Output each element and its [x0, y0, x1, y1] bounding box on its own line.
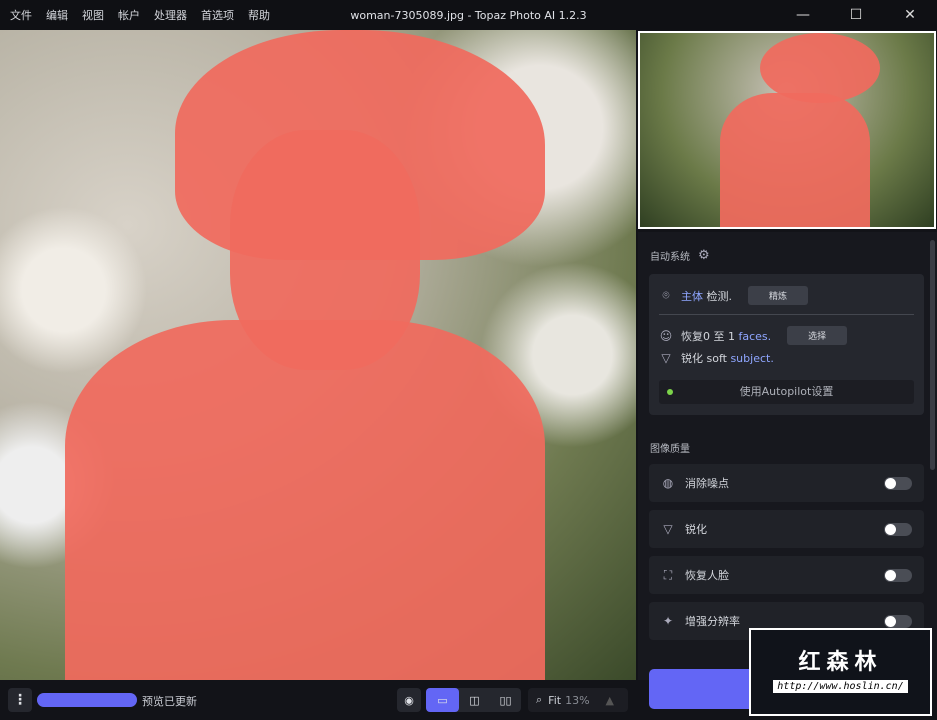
- side-by-side-view-icon[interactable]: ▯▯: [490, 688, 521, 712]
- faces-label[interactable]: faces.: [739, 330, 772, 343]
- panel-scrollbar[interactable]: [930, 240, 935, 470]
- subject-detect-icon: ⌾: [662, 288, 670, 302]
- face-recovery-icon: ⛶: [663, 567, 673, 582]
- single-view-icon[interactable]: ▭: [426, 688, 459, 712]
- watermark-title: 红森林: [798, 650, 883, 675]
- subject-text: 检测.: [706, 289, 733, 303]
- feature-label: 恢复人脸: [685, 569, 729, 582]
- bottom-toolbar: ⋮ 预览已更新 ◉ ▭ ◫ ▯▯ ⌕ Fit 13% ▲: [0, 680, 636, 720]
- gear-icon[interactable]: ⚙: [698, 248, 710, 263]
- zoom-control[interactable]: ⌕ Fit 13% ▲: [528, 688, 628, 712]
- faces-text: 恢复0 至 1: [681, 329, 735, 343]
- feature-sharpen[interactable]: ▽ 锐化: [649, 510, 924, 548]
- menu-edit[interactable]: 编辑: [46, 7, 68, 23]
- quality-heading: 图像质量: [650, 444, 690, 455]
- face-recovery-toggle[interactable]: [884, 569, 912, 582]
- autopilot-card: ⌾ 主体 检测. 精炼 ☺ 恢复0 至 1 faces. 选择 ▽ 锐化 sof…: [649, 274, 924, 415]
- feature-label: 增强分辨率: [685, 615, 740, 628]
- upscale-toggle[interactable]: [884, 615, 912, 628]
- feature-face-recovery[interactable]: ⛶ 恢复人脸: [649, 556, 924, 594]
- feature-label: 锐化: [685, 523, 707, 536]
- menu-preferences[interactable]: 首选项: [201, 7, 234, 23]
- zoom-fit-label[interactable]: Fit: [548, 694, 561, 707]
- divider: [659, 314, 914, 315]
- image-canvas[interactable]: [0, 30, 636, 680]
- sharpen-label[interactable]: subject.: [730, 352, 773, 365]
- sharpen-toggle[interactable]: [884, 523, 912, 536]
- minimize-button[interactable]: —: [778, 0, 828, 30]
- watermark: 红森林 http://www.hoslin.cn/: [749, 628, 932, 716]
- sharpen-icon: ▽: [663, 522, 673, 536]
- zoom-icon: ⌕: [536, 693, 543, 706]
- split-view-icon[interactable]: ◫: [459, 688, 490, 712]
- sharpen-text: 锐化 soft: [681, 352, 727, 365]
- menu-account[interactable]: 帐户: [118, 7, 140, 23]
- menu-view[interactable]: 视图: [82, 7, 104, 23]
- title-bar: 文件 编辑 视图 帐户 处理器 首选项 帮助 woman-7305089.jpg…: [0, 0, 937, 30]
- select-button[interactable]: 选择: [787, 326, 848, 345]
- denoise-icon: ◍: [662, 476, 674, 490]
- status-dot-icon: [667, 389, 673, 395]
- more-menu-icon[interactable]: ⋮: [8, 688, 32, 712]
- zoom-up-icon[interactable]: ▲: [606, 694, 614, 707]
- progress-fill: [37, 693, 137, 707]
- sparkle-icon: ✦: [662, 614, 674, 628]
- thumb-mask-body: [720, 93, 870, 227]
- subject-mask-body: [65, 320, 545, 680]
- refine-button[interactable]: 精炼: [748, 286, 808, 305]
- feature-label: 消除噪点: [685, 477, 729, 490]
- menu-bar: 文件 编辑 视图 帐户 处理器 首选项 帮助: [0, 7, 270, 23]
- menu-file[interactable]: 文件: [10, 7, 32, 23]
- eye-icon[interactable]: ◉: [397, 688, 421, 712]
- use-autopilot-settings-button[interactable]: 使用Autopilot设置: [659, 380, 914, 404]
- autopilot-heading: 自动系统: [650, 252, 690, 263]
- feature-denoise[interactable]: ◍ 消除噪点: [649, 464, 924, 502]
- zoom-value: 13%: [565, 693, 590, 707]
- subject-label[interactable]: 主体: [681, 290, 703, 303]
- face-icon: ☺: [659, 328, 673, 343]
- denoise-toggle[interactable]: [884, 477, 912, 490]
- sharpen-icon: ▽: [661, 351, 671, 365]
- watermark-url: http://www.hoslin.cn/: [773, 680, 908, 693]
- close-button[interactable]: ✕: [885, 0, 935, 30]
- side-panel: 自动系统 ⚙ ⌾ 主体 检测. 精炼 ☺ 恢复0 至 1 faces. 选择 ▽…: [638, 232, 937, 680]
- preview-progress: [37, 693, 137, 707]
- maximize-button[interactable]: ☐: [831, 0, 881, 30]
- menu-help[interactable]: 帮助: [248, 7, 270, 23]
- preview-status: 预览已更新: [142, 695, 197, 708]
- menu-processor[interactable]: 处理器: [154, 7, 187, 23]
- use-autopilot-label: 使用Autopilot设置: [739, 385, 834, 398]
- navigator-thumbnail[interactable]: [638, 31, 936, 229]
